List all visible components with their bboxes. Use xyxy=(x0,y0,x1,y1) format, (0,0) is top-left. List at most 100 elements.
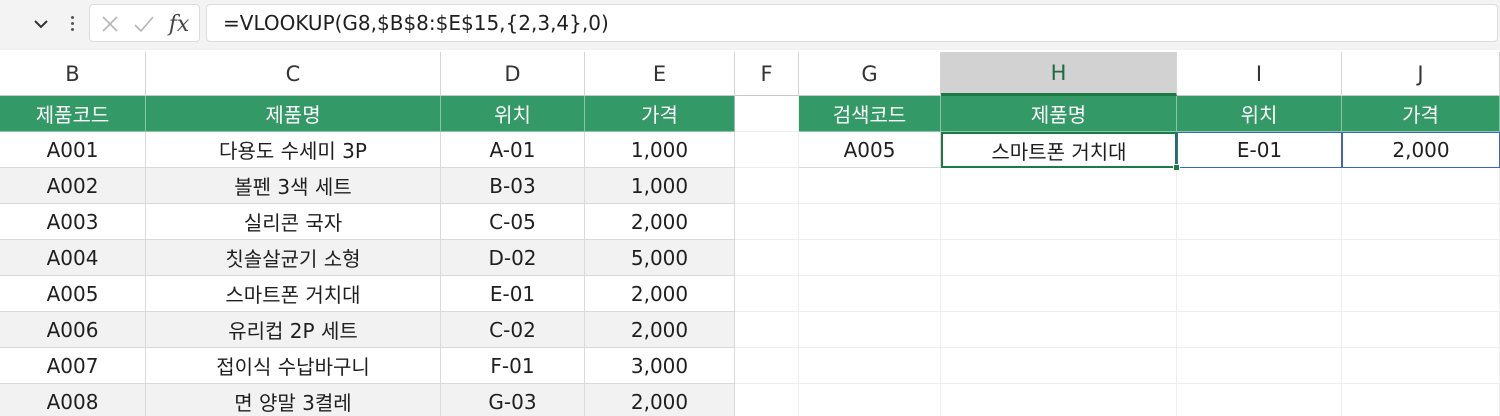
product-code-cell[interactable]: A004 xyxy=(0,240,146,276)
empty-cell[interactable] xyxy=(1177,204,1342,240)
empty-cell[interactable] xyxy=(1177,312,1342,348)
product-name-cell[interactable]: 접이식 수납바구니 xyxy=(146,348,441,384)
empty-cell[interactable] xyxy=(941,312,1177,348)
search-code-cell[interactable]: A005 xyxy=(799,132,941,168)
product-name-cell[interactable]: 칫솔살균기 소형 xyxy=(146,240,441,276)
column-header-d[interactable]: D xyxy=(441,52,585,96)
search-table-header[interactable]: 제품명 xyxy=(941,96,1177,132)
product-location-cell[interactable]: E-01 xyxy=(441,276,585,312)
column-header-j[interactable]: J xyxy=(1342,52,1500,96)
product-price-cell[interactable]: 2,000 xyxy=(585,384,735,416)
empty-cell[interactable] xyxy=(1342,276,1500,312)
product-location-cell[interactable]: F-01 xyxy=(441,348,585,384)
product-price-cell[interactable]: 1,000 xyxy=(585,132,735,168)
empty-cell[interactable] xyxy=(799,312,941,348)
empty-cell[interactable] xyxy=(799,240,941,276)
product-table-header[interactable]: 위치 xyxy=(441,96,585,132)
empty-cell[interactable] xyxy=(735,384,799,416)
empty-cell[interactable] xyxy=(1342,204,1500,240)
product-table-header[interactable]: 제품코드 xyxy=(0,96,146,132)
empty-cell[interactable] xyxy=(799,204,941,240)
product-code-cell[interactable]: A007 xyxy=(0,348,146,384)
formula-input[interactable]: =VLOOKUP(G8,$B$8:$E$15,{2,3,4},0) xyxy=(206,4,1498,42)
empty-cell[interactable] xyxy=(1177,240,1342,276)
empty-cell[interactable] xyxy=(1342,348,1500,384)
product-location-cell[interactable]: G-03 xyxy=(441,384,585,416)
product-table-header[interactable]: 가격 xyxy=(585,96,735,132)
product-location-cell[interactable]: A-01 xyxy=(441,132,585,168)
search-table-header[interactable]: 검색코드 xyxy=(799,96,941,132)
empty-cell[interactable] xyxy=(735,204,799,240)
column-header-f[interactable]: F xyxy=(735,52,799,96)
result-price-cell[interactable]: 2,000 xyxy=(1342,132,1500,168)
product-location-cell[interactable]: B-03 xyxy=(441,168,585,204)
product-code-cell[interactable]: A003 xyxy=(0,204,146,240)
column-header-i[interactable]: I xyxy=(1177,52,1342,96)
empty-cell[interactable] xyxy=(799,276,941,312)
product-name-cell[interactable]: 실리콘 국자 xyxy=(146,204,441,240)
checkmark-icon[interactable] xyxy=(130,10,158,38)
product-code-cell[interactable]: A008 xyxy=(0,384,146,416)
formula-bar: fx =VLOOKUP(G8,$B$8:$E$15,{2,3,4},0) xyxy=(0,0,1500,50)
fill-handle[interactable] xyxy=(1173,164,1180,171)
empty-cell[interactable] xyxy=(735,348,799,384)
empty-cell[interactable] xyxy=(735,240,799,276)
formula-buttons: fx xyxy=(89,4,200,42)
empty-cell[interactable] xyxy=(1342,168,1500,204)
product-price-cell[interactable]: 3,000 xyxy=(585,348,735,384)
product-name-cell[interactable]: 스마트폰 거치대 xyxy=(146,276,441,312)
column-header-h[interactable]: H xyxy=(941,52,1177,96)
empty-cell[interactable] xyxy=(735,132,799,168)
product-price-cell[interactable]: 2,000 xyxy=(585,276,735,312)
product-location-cell[interactable]: D-02 xyxy=(441,240,585,276)
product-price-cell[interactable]: 2,000 xyxy=(585,204,735,240)
empty-cell[interactable] xyxy=(1342,384,1500,416)
product-price-cell[interactable]: 2,000 xyxy=(585,312,735,348)
column-header-c[interactable]: C xyxy=(146,52,441,96)
column-header-e[interactable]: E xyxy=(585,52,735,96)
empty-cell[interactable] xyxy=(941,204,1177,240)
empty-cell[interactable] xyxy=(735,276,799,312)
empty-cell[interactable] xyxy=(941,168,1177,204)
empty-cell[interactable] xyxy=(735,312,799,348)
product-name-cell[interactable]: 다용도 수세미 3P xyxy=(146,132,441,168)
product-code-cell[interactable]: A001 xyxy=(0,132,146,168)
empty-cell[interactable] xyxy=(1177,276,1342,312)
chevron-down-icon[interactable] xyxy=(30,13,52,35)
product-location-cell[interactable]: C-05 xyxy=(441,204,585,240)
empty-cell[interactable] xyxy=(1342,240,1500,276)
empty-cell[interactable] xyxy=(799,384,941,416)
product-price-cell[interactable]: 1,000 xyxy=(585,168,735,204)
empty-cell[interactable] xyxy=(799,168,941,204)
column-header-b[interactable]: B xyxy=(0,52,146,96)
empty-cell[interactable] xyxy=(1177,168,1342,204)
product-price-cell[interactable]: 5,000 xyxy=(585,240,735,276)
product-table-header[interactable]: 제품명 xyxy=(146,96,441,132)
search-table-header[interactable]: 가격 xyxy=(1342,96,1500,132)
product-name-cell[interactable]: 면 양말 3켤레 xyxy=(146,384,441,416)
empty-cell[interactable] xyxy=(735,96,799,132)
empty-cell[interactable] xyxy=(1177,348,1342,384)
product-name-cell[interactable]: 유리컵 2P 세트 xyxy=(146,312,441,348)
result-name-cell-active[interactable]: 스마트폰 거치대 xyxy=(941,132,1177,168)
empty-cell[interactable] xyxy=(941,348,1177,384)
empty-cell[interactable] xyxy=(941,276,1177,312)
result-location-cell[interactable]: E-01 xyxy=(1177,132,1342,168)
empty-cell[interactable] xyxy=(941,240,1177,276)
fx-icon[interactable]: fx xyxy=(164,10,194,38)
product-code-cell[interactable]: A006 xyxy=(0,312,146,348)
x-icon[interactable] xyxy=(96,10,124,38)
product-code-cell[interactable]: A005 xyxy=(0,276,146,312)
column-headers: B C D E F G H I J xyxy=(0,52,1500,96)
column-header-g[interactable]: G xyxy=(799,52,941,96)
product-code-cell[interactable]: A002 xyxy=(0,168,146,204)
empty-cell[interactable] xyxy=(1342,312,1500,348)
empty-cell[interactable] xyxy=(1177,384,1342,416)
search-table-header[interactable]: 위치 xyxy=(1177,96,1342,132)
product-location-cell[interactable]: C-02 xyxy=(441,312,585,348)
empty-cell[interactable] xyxy=(799,348,941,384)
empty-cell[interactable] xyxy=(941,384,1177,416)
vertical-dots-icon[interactable] xyxy=(66,10,78,36)
product-name-cell[interactable]: 볼펜 3색 세트 xyxy=(146,168,441,204)
empty-cell[interactable] xyxy=(735,168,799,204)
